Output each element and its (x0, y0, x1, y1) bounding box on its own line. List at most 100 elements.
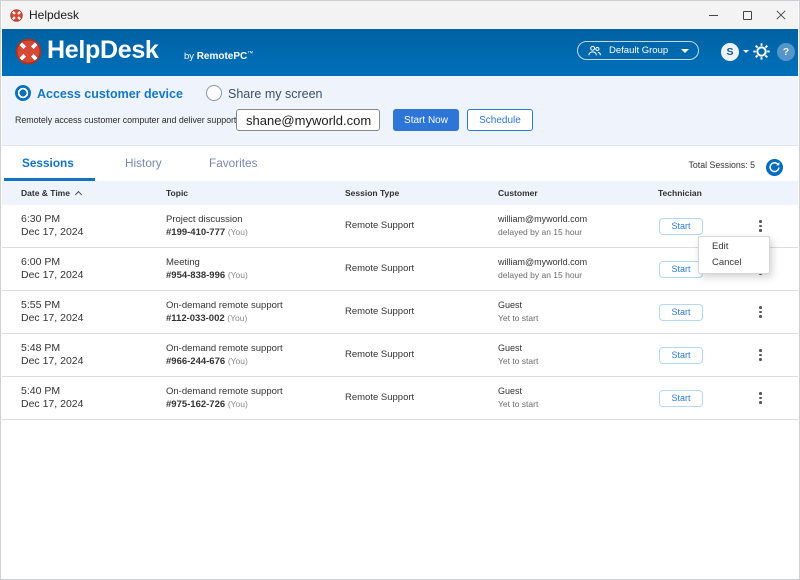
support-description: Remotely access customer computer and de… (15, 115, 236, 125)
col-date-time[interactable]: Date & Time (21, 188, 166, 198)
row-time: 6:30 PM (21, 213, 166, 227)
row-time: 5:55 PM (21, 299, 166, 313)
radio-share-my-screen[interactable] (206, 85, 222, 101)
window-title: Helpdesk (29, 8, 79, 22)
col-customer: Customer (498, 188, 658, 198)
radio-access-customer-device[interactable] (15, 85, 31, 101)
close-button[interactable] (764, 1, 798, 29)
minimize-button[interactable] (696, 1, 730, 29)
row-time: 5:40 PM (21, 385, 166, 399)
row-topic: Project discussion (166, 213, 345, 227)
table-row: 6:00 PMDec 17, 2024 Meeting#954-838-996 … (2, 248, 798, 291)
col-technician: Technician (658, 188, 742, 198)
row-status: delayed by an 15 hour (498, 226, 658, 240)
byline-brand: RemotePC (197, 51, 248, 62)
title-bar: Helpdesk (2, 1, 798, 29)
row-menu-kebab-icon[interactable] (754, 306, 768, 318)
row-customer: Guest (498, 299, 658, 313)
row-date: Dec 17, 2024 (21, 355, 166, 369)
row-topic: On-demand remote support (166, 342, 345, 356)
table-row: 5:40 PMDec 17, 2024 On-demand remote sup… (2, 377, 798, 420)
row-status: Yet to start (498, 398, 658, 412)
radio-share-label[interactable]: Share my screen (228, 87, 322, 101)
start-session-button[interactable]: Start (659, 347, 703, 364)
start-session-button[interactable]: Start (659, 390, 703, 407)
col-topic: Topic (166, 188, 345, 198)
group-selector-label: Default Group (609, 45, 668, 56)
tab-favorites[interactable]: Favorites (209, 155, 258, 171)
col-session-type: Session Type (345, 188, 498, 198)
brand-byline: by RemotePC™ (184, 51, 253, 62)
customer-email-input[interactable]: shane@myworld.com (236, 109, 380, 131)
close-icon (776, 10, 786, 20)
row-owner: (You) (228, 399, 248, 409)
table-row: 6:30 PMDec 17, 2024 Project discussion#1… (2, 205, 798, 248)
schedule-button[interactable]: Schedule (467, 109, 533, 131)
row-menu-kebab-icon[interactable] (754, 220, 768, 232)
byline-by: by (184, 51, 194, 62)
menu-item-cancel[interactable]: Cancel (699, 255, 769, 271)
row-session-id: #966-244-676 (166, 356, 225, 367)
help-button[interactable]: ? (777, 43, 795, 61)
row-session-id: #954-838-996 (166, 270, 225, 281)
brand-title: HelpDesk (47, 37, 159, 63)
group-caret-icon (681, 49, 689, 53)
settings-gear-icon[interactable] (752, 42, 771, 61)
row-customer: william@myworld.com (498, 213, 658, 227)
account-caret-icon[interactable] (743, 50, 749, 53)
maximize-button[interactable] (730, 1, 764, 29)
row-customer: Guest (498, 385, 658, 399)
row-status: Yet to start (498, 312, 658, 326)
sort-asc-icon (75, 191, 82, 198)
minimize-icon (709, 15, 718, 16)
row-customer: william@myworld.com (498, 256, 658, 270)
start-session-button[interactable]: Start (659, 261, 703, 278)
row-session-type: Remote Support (345, 348, 498, 362)
row-session-id: #199-410-777 (166, 227, 225, 238)
sessions-table: 6:30 PMDec 17, 2024 Project discussion#1… (2, 205, 798, 420)
row-session-type: Remote Support (345, 305, 498, 319)
row-owner: (You) (228, 270, 248, 280)
total-sessions-count: Total Sessions: 5 (688, 160, 755, 170)
tab-history[interactable]: History (125, 155, 162, 171)
menu-item-edit[interactable]: Edit (699, 239, 769, 255)
refresh-icon[interactable] (766, 159, 783, 176)
account-avatar[interactable]: S (721, 43, 739, 61)
radio-access-label[interactable]: Access customer device (37, 87, 183, 101)
row-session-type: Remote Support (345, 391, 498, 405)
start-session-button[interactable]: Start (659, 304, 703, 321)
app-header: HelpDesk by RemotePC™ Default Group S ? (2, 29, 798, 76)
tab-sessions[interactable]: Sessions (22, 155, 74, 171)
row-time: 5:48 PM (21, 342, 166, 356)
row-session-type: Remote Support (345, 219, 498, 233)
row-menu-kebab-icon[interactable] (754, 392, 768, 404)
table-row: 5:48 PMDec 17, 2024 On-demand remote sup… (2, 334, 798, 377)
row-status: Yet to start (498, 355, 658, 369)
row-date: Dec 17, 2024 (21, 226, 166, 240)
connect-section: Access customer device Share my screen R… (2, 76, 798, 146)
start-session-button[interactable]: Start (659, 218, 703, 235)
row-status: delayed by an 15 hour (498, 269, 658, 283)
row-context-menu: Edit Cancel (698, 236, 770, 274)
row-date: Dec 17, 2024 (21, 312, 166, 326)
row-menu-kebab-icon[interactable] (754, 349, 768, 361)
table-row: 5:55 PMDec 17, 2024 On-demand remote sup… (2, 291, 798, 334)
row-session-type: Remote Support (345, 262, 498, 276)
byline-tm: ™ (247, 51, 253, 57)
group-selector[interactable]: Default Group (577, 41, 699, 60)
maximize-icon (743, 11, 752, 20)
row-topic: Meeting (166, 256, 345, 270)
start-now-button[interactable]: Start Now (393, 109, 459, 131)
row-customer: Guest (498, 342, 658, 356)
group-people-icon (587, 44, 602, 57)
row-topic: On-demand remote support (166, 385, 345, 399)
app-lifebuoy-icon (10, 9, 23, 22)
row-date: Dec 17, 2024 (21, 398, 166, 412)
table-header: Date & Time Topic Session Type Customer … (2, 181, 798, 205)
app-window: Helpdesk HelpDesk by RemotePC™ Defa (0, 0, 800, 580)
row-session-id: #975-162-726 (166, 399, 225, 410)
row-owner: (You) (227, 313, 247, 323)
row-owner: (You) (228, 227, 248, 237)
row-owner: (You) (228, 356, 248, 366)
tabs-bar: Sessions History Favorites Total Session… (2, 146, 798, 181)
